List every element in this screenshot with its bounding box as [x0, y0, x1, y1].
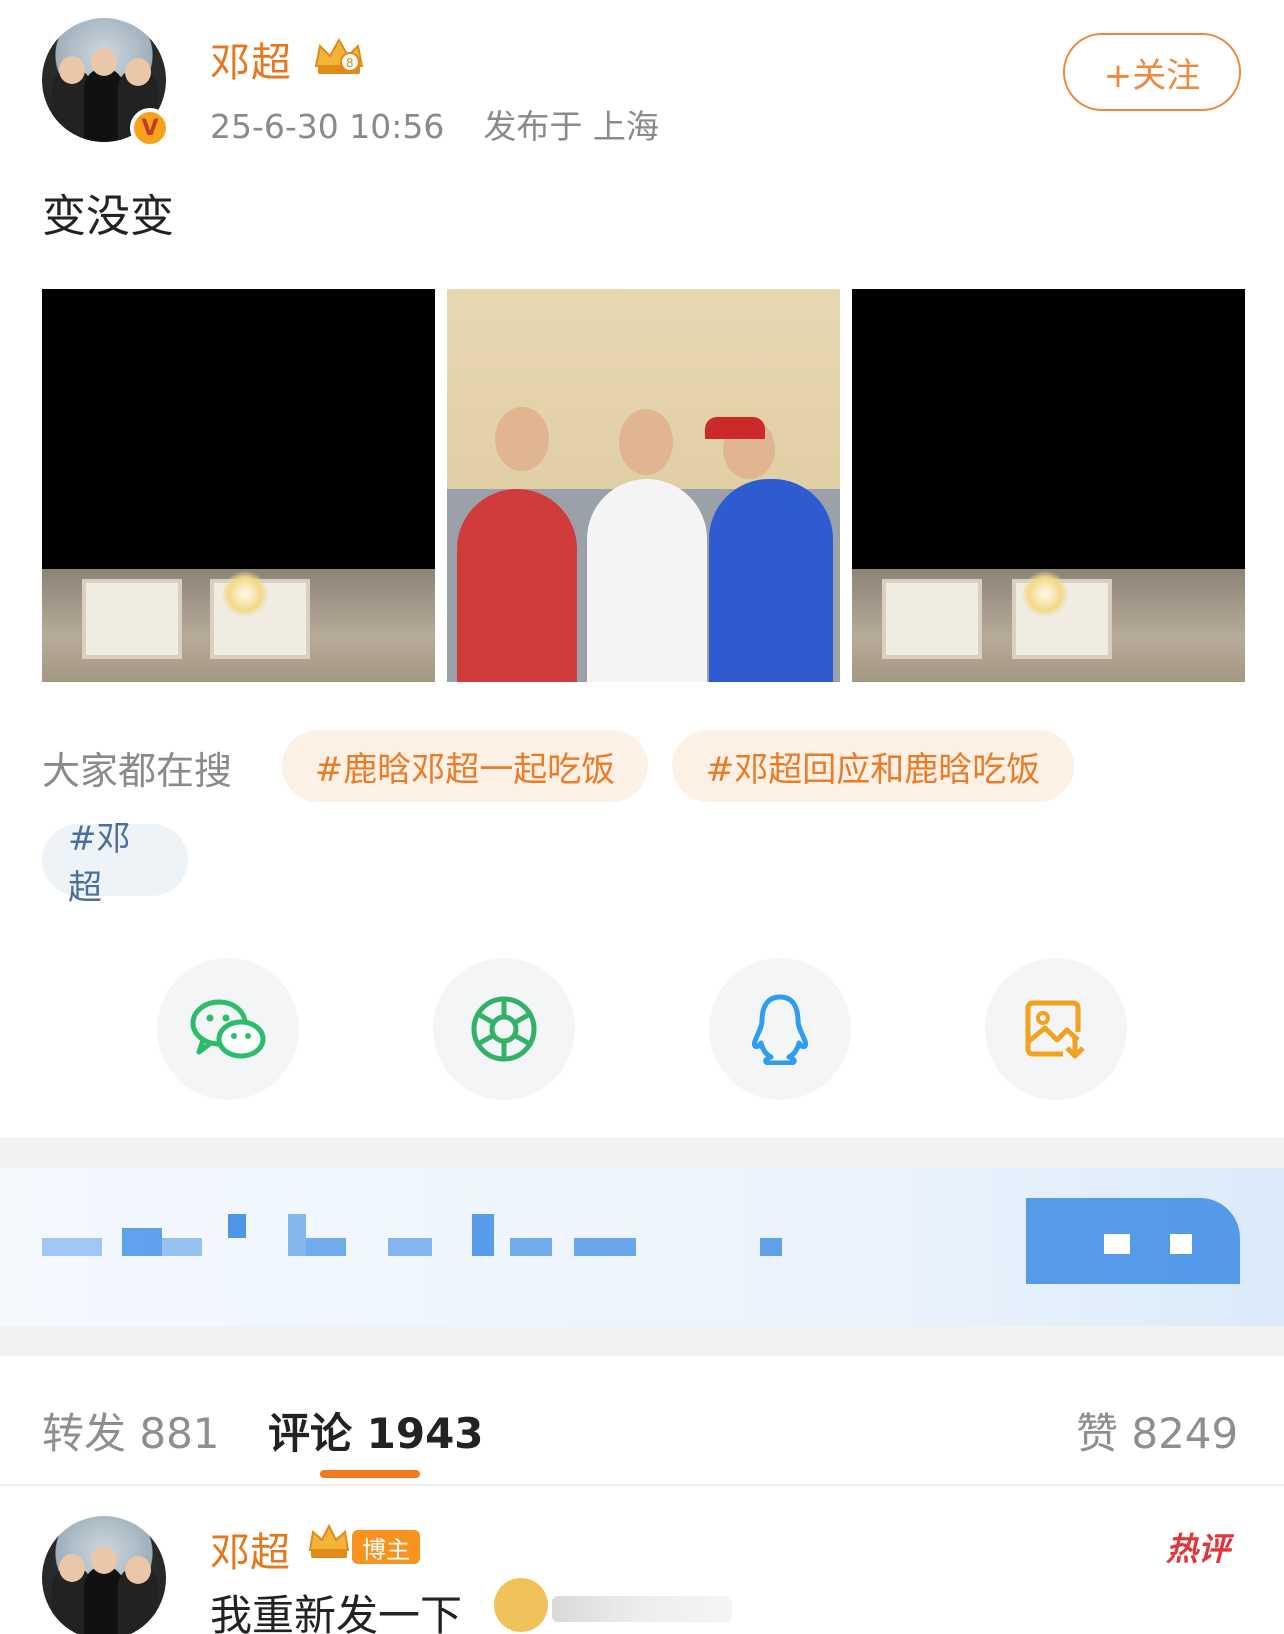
author-role-badge: 博主 — [352, 1530, 420, 1564]
search-chip-2[interactable]: #邓超回应和鹿晗吃饭 — [672, 730, 1074, 802]
hot-comment-badge: 热评 — [1166, 1530, 1231, 1568]
commenter-avatar[interactable] — [42, 1516, 166, 1634]
moments-icon — [471, 996, 537, 1062]
post-text: 变没变 — [42, 191, 174, 242]
post-meta: 25-6-30 10:56 发布于 上海 — [210, 100, 659, 148]
verified-badge-icon: V — [130, 108, 170, 148]
search-chip-1[interactable]: #鹿晗邓超一起吃饭 — [282, 730, 648, 802]
ad-banner[interactable] — [0, 1168, 1284, 1326]
post-time: 25-6-30 10:56 — [210, 107, 445, 146]
blurred-content — [552, 1596, 732, 1622]
doge-emoji-icon — [494, 1578, 548, 1632]
photo-1[interactable] — [42, 289, 435, 682]
comment-item: 邓超 博主 热评 我重新发一下 — [0, 1500, 1284, 1634]
photo-grid — [42, 289, 1246, 682]
qq-icon — [752, 994, 808, 1065]
interaction-tabs: 转发 881 评论 1943 赞 8249 — [0, 1386, 1284, 1486]
share-qq-button[interactable] — [709, 958, 851, 1100]
save-image-button[interactable] — [985, 958, 1127, 1100]
crown-level-icon — [308, 1523, 350, 1558]
wechat-icon — [190, 999, 266, 1059]
photo-2[interactable] — [447, 289, 840, 682]
tab-repost[interactable]: 转发 881 — [42, 1400, 220, 1461]
crown-level-icon: 8 — [314, 37, 364, 74]
post-header: V 邓超 8 25-6-30 10:56 发布于 上海 +关注 — [0, 0, 1284, 160]
tab-comment[interactable]: 评论 1943 — [268, 1400, 484, 1461]
share-wechat-button[interactable] — [157, 958, 299, 1100]
commenter-name[interactable]: 邓超 — [210, 1520, 290, 1578]
share-moments-button[interactable] — [433, 958, 575, 1100]
follow-button[interactable]: +关注 — [1063, 33, 1241, 111]
comment-text: 我重新发一下 — [210, 1591, 463, 1634]
photo-3[interactable] — [852, 289, 1245, 682]
trending-search-label: 大家都在搜 — [42, 749, 233, 793]
save-image-icon — [1025, 1000, 1085, 1059]
author-name[interactable]: 邓超 — [210, 30, 292, 88]
post-location: 发布于 上海 — [483, 107, 659, 146]
svg-text:8: 8 — [346, 56, 354, 70]
search-chip-3[interactable]: #邓超 — [42, 819, 188, 908]
active-tab-indicator — [320, 1470, 420, 1478]
tab-like[interactable]: 赞 8249 — [1076, 1400, 1238, 1461]
